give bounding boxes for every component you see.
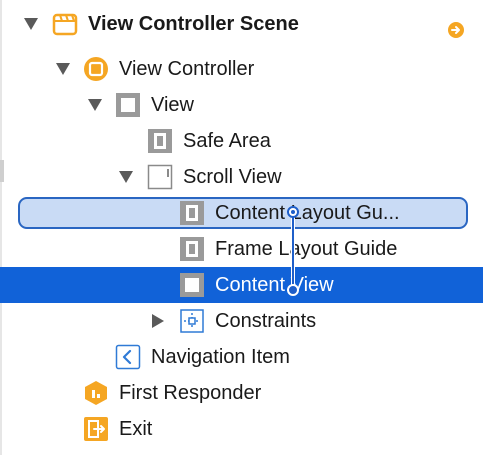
outline-item-label: Frame Layout Guide xyxy=(215,238,398,260)
outline-item-label: Content View xyxy=(215,274,334,296)
layout-guide-icon xyxy=(147,128,173,154)
outline-item-label: View Controller xyxy=(119,58,255,80)
outline-item-label: Constraints xyxy=(215,310,317,332)
outline-row-constraints[interactable]: Constraints xyxy=(0,303,483,339)
outline-item-label: View Controller Scene xyxy=(88,13,299,35)
outline-row-first-responder[interactable]: First Responder xyxy=(0,375,483,411)
outline-row-navigation-item[interactable]: Navigation Item xyxy=(0,339,483,375)
outline-row-scroll-view[interactable]: Scroll View xyxy=(0,159,483,195)
disclosure-expanded-icon[interactable] xyxy=(56,63,70,75)
first-responder-icon xyxy=(83,380,109,406)
disclosure-expanded-icon[interactable] xyxy=(24,18,38,30)
scroll-view-icon xyxy=(147,164,173,190)
exit-icon xyxy=(83,416,109,442)
layout-guide-icon xyxy=(179,200,205,226)
outline-item-label: View xyxy=(151,94,194,116)
outline-row-exit[interactable]: Exit xyxy=(0,411,483,447)
layout-guide-icon xyxy=(179,236,205,262)
navigation-item-icon xyxy=(115,344,141,370)
outline-row-content-view[interactable]: Content View xyxy=(0,267,483,303)
outline-item-label: Exit xyxy=(119,418,153,440)
outline-row-content-layout-guide[interactable]: Content Layout Gu... xyxy=(0,195,483,231)
view-icon xyxy=(179,272,205,298)
outline-item-label: First Responder xyxy=(119,382,262,404)
outline-item-label: Scroll View xyxy=(183,166,282,188)
scene-exit-arrow-icon[interactable] xyxy=(447,21,465,39)
outline-item-label: Content Layout Gu... xyxy=(215,202,400,224)
outline-row-safe-area[interactable]: Safe Area xyxy=(0,123,483,159)
constraints-icon xyxy=(179,308,205,334)
outline-item-label: Navigation Item xyxy=(151,346,290,368)
outline-row-view[interactable]: View xyxy=(0,87,483,123)
scene-icon xyxy=(52,11,78,37)
document-outline: View Controller Scene View Controller Vi… xyxy=(0,0,483,455)
outline-row-view-controller-scene[interactable]: View Controller Scene xyxy=(0,6,483,42)
view-controller-icon xyxy=(83,56,109,82)
view-icon xyxy=(115,92,141,118)
outline-row-view-controller[interactable]: View Controller xyxy=(0,51,483,87)
outline-item-label: Safe Area xyxy=(183,130,271,152)
disclosure-expanded-icon[interactable] xyxy=(119,171,133,183)
disclosure-collapsed-icon[interactable] xyxy=(152,314,164,328)
disclosure-expanded-icon[interactable] xyxy=(88,99,102,111)
outline-row-frame-layout-guide[interactable]: Frame Layout Guide xyxy=(0,231,483,267)
